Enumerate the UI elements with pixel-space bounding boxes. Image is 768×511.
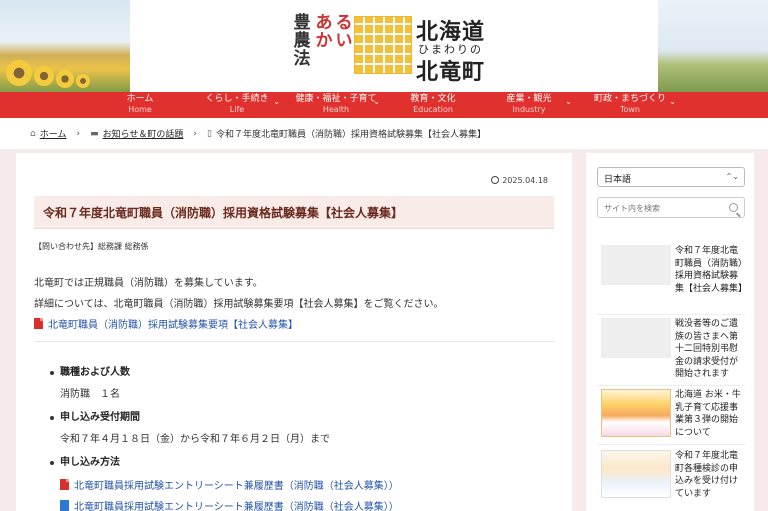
logo-char: あ (315, 13, 333, 33)
entry-sheet-word-link-text: 北竜町職員採用試験エントリーシート兼履歴書（消防職（社会人募集）） (74, 502, 399, 511)
sunflower-banner-left (0, 0, 130, 92)
list-item-heading: 申し込み受付期間 (50, 411, 140, 425)
nav-label-jp: 健康・福祉・子育て (295, 94, 377, 104)
list-item-body-row: 消防職 １名 (50, 388, 120, 402)
divider (34, 341, 554, 342)
entry-sheet-pdf-link[interactable]: 北竜町職員採用試験エントリーシート兼履歴書（消防職（社会人募集）） (50, 477, 399, 492)
search-icon[interactable] (729, 203, 738, 212)
article-main: 2025.04.18 令和７年度北竜町職員（消防職）採用資格試験募集【社会人募集… (16, 153, 572, 511)
logo-char: か (315, 31, 333, 51)
nav-item-industry[interactable]: 産業・観光 Industry ⌄ (480, 92, 578, 118)
sidebar: 日本語 ⌃⌄ サイト内を検索 令和７年度北竜町職員（消防職）採用資格試験募集【社… (586, 153, 754, 511)
nav-label-en: Education (413, 105, 453, 114)
entry-sheet-word-link[interactable]: 北竜町職員採用試験エントリーシート兼履歴書（消防職（社会人募集）） (50, 498, 399, 511)
nav-item-town[interactable]: 町政・まちづくり Town ⌄ (578, 92, 682, 118)
language-select-value: 日本語 (604, 175, 632, 185)
sidebar-post-title: 北海道 お米・牛乳子育て応援事業第３弾の開始について (675, 390, 741, 438)
global-nav: ホーム Home くらし・手続き Life ⌄ 健康・福祉・子育て Health… (0, 92, 768, 118)
nav-label-en: Home (128, 105, 152, 114)
nav-item-home[interactable]: ホーム Home (92, 92, 188, 118)
nav-item-life[interactable]: くらし・手続き Life ⌄ (188, 92, 286, 118)
post-thumbnail-placeholder (601, 318, 671, 358)
chevron-down-icon: ⌄ (669, 97, 676, 106)
site-logo[interactable]: 豊 農 法 あ か る い 北海道 ひまわりの 北竜町 (292, 13, 492, 85)
contact-info: 【問い合わせ先】総務課 総務係 (34, 242, 149, 251)
list-item-body: 消防職 １名 (60, 389, 120, 400)
nav-label-jp: 産業・観光 (506, 94, 552, 104)
clock-icon (491, 176, 500, 184)
chevron-right-icon: › (193, 128, 198, 139)
pdf-icon (34, 318, 43, 329)
nav-label-en: Health (322, 105, 350, 114)
sidebar-post[interactable]: 北海道 お米・牛乳子育て応援事業第３弾の開始について (597, 389, 745, 445)
logo-char: 法 (293, 49, 311, 69)
sidebar-post-title: 戦没者等のご遺族の皆さまへ第十二回特別弔慰金の請求受付が開始されます (675, 319, 739, 379)
nav-label-en: Life (229, 105, 245, 114)
post-date: 2025.04.18 (491, 176, 548, 185)
logo-char: い (335, 31, 353, 51)
page-title: 令和７年度北竜町職員（消防職）採用資格試験募集【社会人募集】 (34, 196, 554, 229)
word-doc-icon (60, 500, 69, 511)
recruitment-guide-link[interactable]: 北竜町職員（消防職）採用試験募集要項【社会人募集】 (34, 316, 298, 331)
application-row: 北竜町職員採用試験エントリーシート兼履歴書（消防職（社会人募集）） (50, 477, 399, 492)
chevron-right-icon: › (76, 128, 81, 139)
sidebar-post-title: 令和７年度北竜町職員（消防職）採用資格試験募集【社会人募集】 (675, 246, 748, 294)
logo-checker-icon (354, 16, 412, 74)
landscape-banner-right (658, 0, 768, 92)
chevron-down-icon: ⌃⌄ (725, 172, 739, 181)
chevron-down-icon: ⌄ (273, 97, 280, 106)
sidebar-post[interactable]: 令和７年度北竜町各種検診の申込みを受け付けています (597, 450, 745, 510)
list-item-body: 令和７年４月１８日（金）から令和７年６月２日（月）まで (60, 434, 330, 445)
breadcrumb-current: 令和７年度北竜町職員（消防職）採用資格試験募集【社会人募集】 (215, 130, 486, 140)
details-paragraph: 詳細については、北竜町職員（消防職）採用試験募集要項【社会人募集】をご覧ください… (34, 299, 444, 310)
recruitment-guide-link-text: 北竜町職員（消防職）採用試験募集要項【社会人募集】 (48, 320, 298, 331)
sidebar-post-title: 令和７年度北竜町各種検診の申込みを受け付けています (675, 451, 739, 499)
logo-char: 豊 (293, 13, 311, 33)
logo-char: 農 (293, 31, 311, 51)
logo-char: る (335, 13, 353, 33)
nav-item-health[interactable]: 健康・福祉・子育て Health ⌄ (286, 92, 386, 118)
breadcrumb: ⌂ ホーム › ▬ お知らせ＆町の話題 › ▯ 令和７年度北竜町職員（消防職）採… (0, 118, 768, 150)
entry-sheet-pdf-link-text: 北竜町職員採用試験エントリーシート兼履歴書（消防職（社会人募集）） (74, 481, 399, 492)
nav-label-jp: くらし・手続き (205, 94, 269, 104)
chevron-down-icon: ⌄ (373, 97, 380, 106)
sidebar-post[interactable]: 戦没者等のご遺族の皆さまへ第十二回特別弔慰金の請求受付が開始されます (597, 318, 745, 386)
list-item: 職種および人数 (50, 366, 130, 380)
post-date-text: 2025.04.18 (502, 176, 548, 185)
list-item: 申し込み方法 (50, 456, 120, 470)
intro-paragraph: 北竜町では正規職員（消防職）を募集しています。 (34, 278, 263, 289)
site-search-input[interactable]: サイト内を検索 (597, 197, 745, 218)
post-thumbnail-flyer (601, 450, 671, 498)
nav-item-education[interactable]: 教育・文化 Education (386, 92, 480, 118)
home-icon: ⌂ (30, 128, 36, 139)
list-item-body-row: 令和７年４月１８日（金）から令和７年６月２日（月）まで (50, 433, 330, 447)
search-placeholder: サイト内を検索 (604, 204, 660, 213)
nav-label-en: Town (619, 105, 641, 114)
post-thumbnail-placeholder (601, 245, 671, 285)
language-select[interactable]: 日本語 ⌃⌄ (597, 167, 745, 187)
list-item: 申し込み受付期間 (50, 411, 140, 425)
post-thumbnail-flyer (601, 389, 671, 437)
nav-label-en: Industry (512, 105, 546, 114)
nav-label-jp: ホーム (126, 94, 154, 104)
list-item-heading: 職種および人数 (50, 366, 130, 380)
folder-icon: ▬ (90, 128, 99, 139)
sidebar-post[interactable]: 令和７年度北竜町職員（消防職）採用資格試験募集【社会人募集】 (597, 245, 748, 315)
nav-label-jp: 町政・まちづくり (593, 94, 666, 104)
file-icon: ▯ (207, 128, 212, 139)
chevron-down-icon: ⌄ (565, 97, 572, 106)
logo-line3: 北竜町 (416, 60, 486, 85)
breadcrumb-home-link[interactable]: ホーム (40, 127, 67, 140)
nav-label-jp: 教育・文化 (410, 94, 456, 104)
application-row: 北竜町職員採用試験エントリーシート兼履歴書（消防職（社会人募集）） (50, 498, 399, 511)
pdf-icon (60, 479, 69, 490)
site-header: 豊 農 法 あ か る い 北海道 ひまわりの 北竜町 (0, 0, 768, 92)
list-item-heading: 申し込み方法 (50, 456, 120, 470)
breadcrumb-category-link[interactable]: お知らせ＆町の話題 (103, 127, 184, 140)
